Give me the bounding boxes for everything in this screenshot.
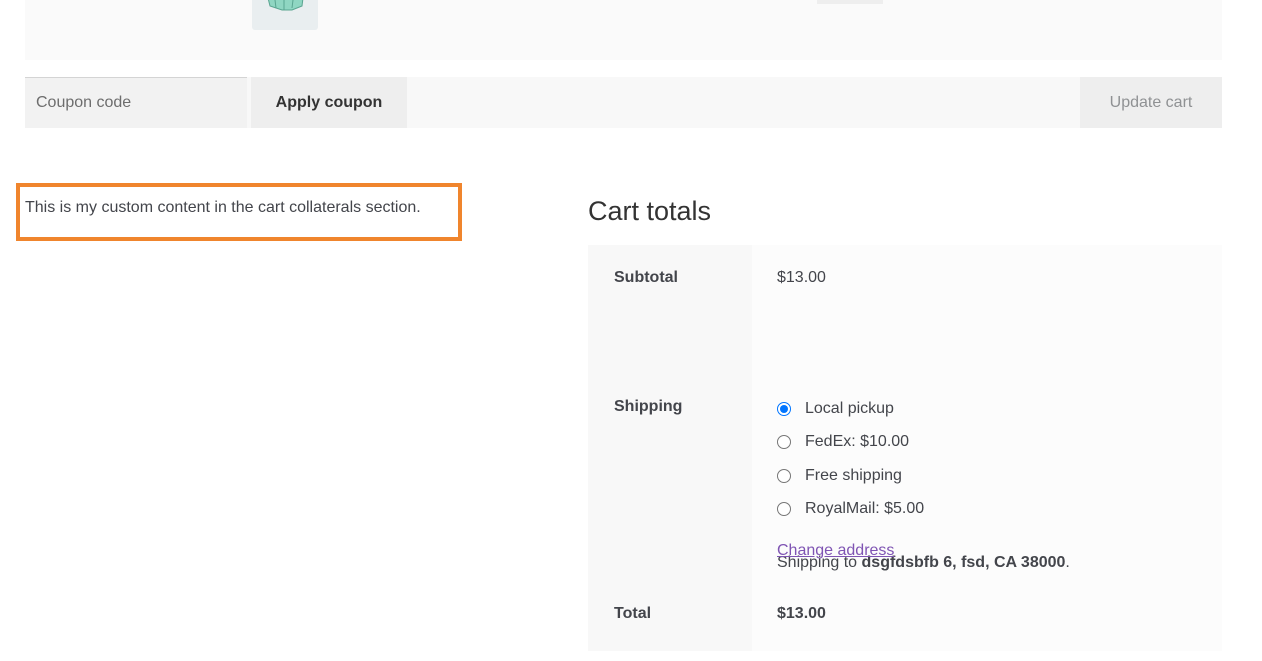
coupon-code-input[interactable] [25, 77, 247, 128]
subtotal-value: $13.00 [752, 245, 1222, 311]
subtotal-label: Subtotal [588, 245, 752, 311]
shipping-label: Shipping [614, 398, 683, 415]
shipping-option-fedex[interactable]: FedEx: $10.00 [777, 431, 909, 453]
radio-unselected[interactable] [777, 469, 791, 483]
hoodie-icon [267, 0, 304, 11]
shipping-option-label: FedEx: $10.00 [805, 433, 910, 450]
cart-page: Apply coupon Update cart This is my cust… [0, 0, 1262, 661]
update-cart-button[interactable]: Update cart [1080, 77, 1222, 128]
shipping-option-label: Free shipping [805, 467, 902, 484]
shipping-option-local-pickup[interactable]: Local pickup [777, 398, 894, 420]
shipping-row: Shipping Local pickup FedEx: $10.00 Free… [588, 311, 1222, 585]
shipping-option-royalmail[interactable]: RoyalMail: $5.00 [777, 498, 924, 520]
total-label: Total [588, 585, 752, 651]
custom-collateral-text: This is my custom content in the cart co… [25, 199, 421, 216]
cart-totals-table: Subtotal $13.00 Shipping Local pickup Fe… [588, 245, 1222, 651]
quantity-field[interactable] [817, 0, 883, 4]
cart-totals-heading: Cart totals [588, 196, 712, 226]
shipping-to-suffix: . [1065, 554, 1070, 571]
radio-selected[interactable] [777, 402, 791, 416]
subtotal-row: Subtotal $13.00 [588, 245, 1222, 311]
apply-coupon-button[interactable]: Apply coupon [251, 77, 407, 128]
shipping-option-label: Local pickup [805, 400, 894, 417]
cart-item-row [25, 0, 1222, 60]
radio-unselected[interactable] [777, 435, 791, 449]
change-address-link[interactable]: Change address [777, 542, 894, 560]
product-thumbnail[interactable] [252, 0, 318, 30]
radio-unselected[interactable] [777, 502, 791, 516]
total-value: $13.00 [752, 585, 1222, 651]
shipping-label-cell: Shipping [588, 311, 752, 585]
total-row: Total $13.00 [588, 585, 1222, 651]
shipping-option-label: RoyalMail: $5.00 [805, 500, 925, 517]
shipping-option-free-shipping[interactable]: Free shipping [777, 465, 902, 487]
